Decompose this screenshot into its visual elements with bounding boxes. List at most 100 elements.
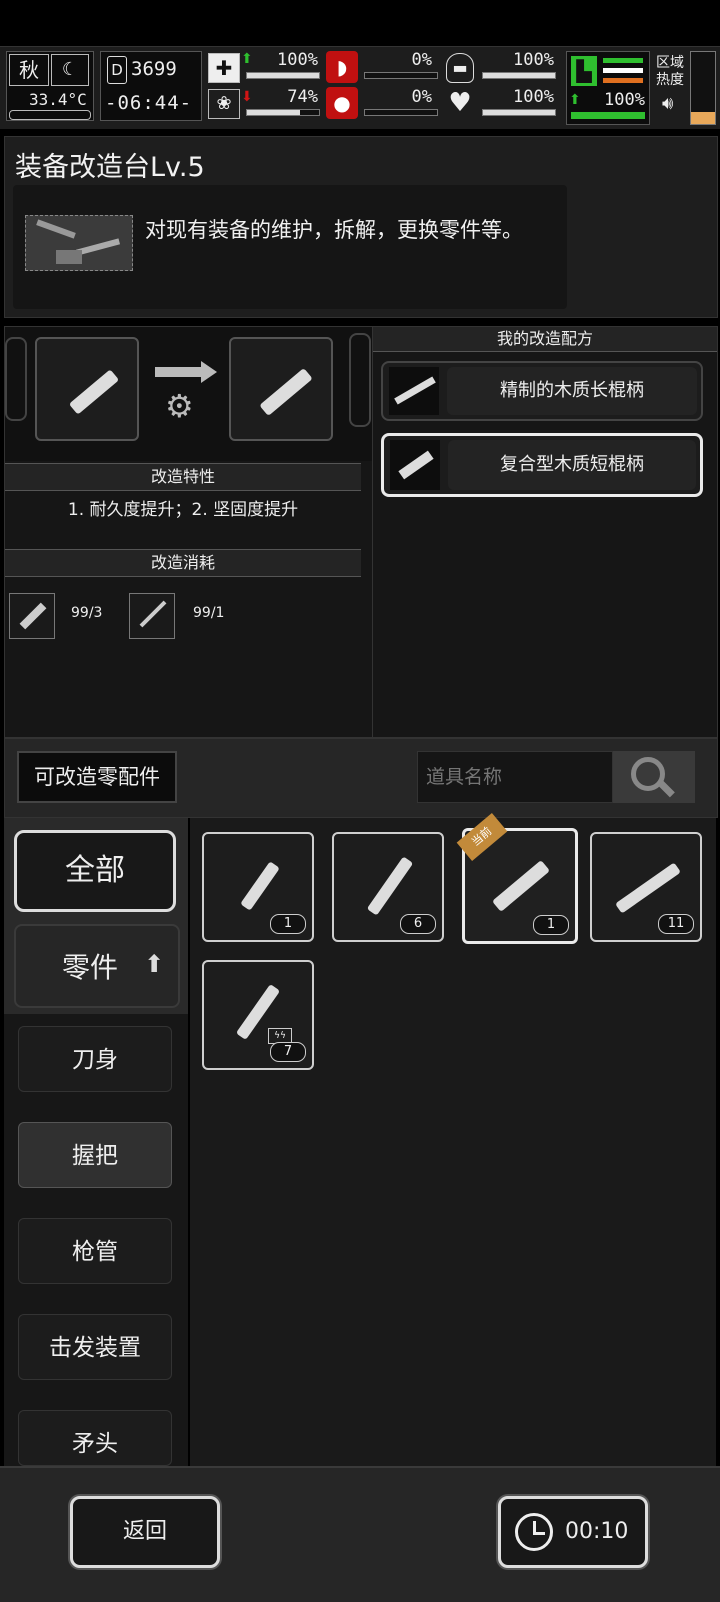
result-item-slot[interactable]	[229, 337, 333, 441]
workbench-tools-icon	[25, 215, 133, 271]
stomach-bar	[364, 72, 438, 79]
short-wood-handle-icon	[259, 367, 313, 417]
cost-item-slot	[9, 593, 55, 639]
timer-label: 00:10	[565, 1519, 629, 1544]
category-parts[interactable]: 零件 ⬆	[14, 924, 180, 1008]
wood-planks-icon	[19, 602, 47, 630]
timer-button[interactable]: 00:10	[498, 1496, 648, 1568]
season-label: 秋	[9, 54, 49, 86]
part-item[interactable]: 6	[332, 832, 444, 942]
day-count: 3699	[131, 58, 177, 80]
heart-pct: 100%	[513, 87, 554, 107]
heart-icon: ♥	[448, 88, 472, 118]
health-pct: 100%	[277, 50, 318, 70]
item-count: 11	[658, 914, 694, 934]
bound-handle-icon	[615, 862, 681, 914]
traits-header: 改造特性	[5, 463, 361, 491]
calendar-icon: D	[107, 56, 127, 84]
source-item-slot[interactable]	[35, 337, 139, 441]
blood-pct: 0%	[411, 87, 432, 107]
recipe-label: 复合型木质短棍柄	[448, 440, 696, 490]
part-item[interactable]: 1	[202, 832, 314, 942]
mood-bar	[246, 109, 320, 116]
gears-icon: ⚙	[165, 387, 194, 425]
part-item[interactable]: ϟϟ 7	[202, 960, 314, 1070]
heat-label: 热度	[656, 72, 684, 88]
stomach-pct: 0%	[411, 50, 432, 70]
stamina-bar	[571, 112, 645, 119]
day-time-panel: D 3699 -06:44-	[100, 51, 202, 121]
recipes-header: 我的改造配方	[373, 327, 717, 352]
item-count: 7	[270, 1042, 306, 1062]
footer: 返回 00:10	[0, 1466, 720, 1602]
station-description-box: 对现有装备的维护，拆解，更换零件等。	[13, 185, 567, 309]
armor-pct: 100%	[513, 50, 554, 70]
zone-heat-meter	[690, 51, 716, 125]
search-button[interactable]	[613, 751, 695, 803]
long-wood-handle-icon	[389, 367, 439, 415]
page-title: 装备改造台Lv.5	[15, 152, 205, 183]
modify-preview-area: ⚙	[5, 327, 373, 461]
cost-item-slot	[129, 593, 175, 639]
stamina-panel: ▙ ⬆ 100%	[566, 51, 650, 125]
short-wood-handle-icon	[390, 440, 440, 490]
clock-time: -06:44-	[105, 92, 193, 114]
clock-icon	[515, 1513, 553, 1551]
item-count: 1	[270, 914, 306, 934]
category-blade[interactable]: 刀身	[18, 1026, 172, 1092]
category-sidebar: 全部 零件 ⬆ 刀身 握把 枪管 击发装置 矛头	[4, 818, 188, 1466]
cost-header: 改造消耗	[5, 549, 361, 577]
recipes-panel: 我的改造配方 精制的木质长棍柄 复合型木质短棍柄	[372, 326, 718, 738]
tab-modifiable-parts[interactable]: 可改造零配件	[17, 751, 177, 803]
category-spearhead[interactable]: 矛头	[18, 1410, 172, 1466]
zone-heat-label: 区域 热度	[656, 55, 684, 89]
category-grip[interactable]: 握把	[18, 1122, 172, 1188]
status-hud: 秋 ☾ 33.4°C D 3699 -06:44- ✚ ⬆ 100% ❀ ⬇ 7…	[0, 46, 720, 129]
first-aid-icon: ✚	[208, 53, 240, 83]
item-count: 6	[400, 914, 436, 934]
recipe-item-selected[interactable]: 复合型木质短棍柄	[381, 433, 703, 497]
blood-bar	[364, 109, 438, 116]
collapse-arrow-icon: ⬆	[144, 950, 165, 978]
current-badge: 当前	[456, 813, 508, 861]
heart-bar	[482, 109, 556, 116]
category-barrel[interactable]: 枪管	[18, 1218, 172, 1284]
down-arrow-icon: ⬇	[241, 89, 253, 105]
wood-handle-icon	[240, 861, 280, 911]
blood-drop-icon: ●	[326, 87, 358, 119]
cost-amount: 99/3	[71, 605, 103, 621]
wrapped-handle-icon	[366, 856, 414, 916]
traits-text: 1. 耐久度提升；2. 坚固度提升	[67, 500, 299, 520]
back-button[interactable]: 返回	[70, 1496, 220, 1568]
arrow-right-icon	[155, 367, 205, 377]
part-item[interactable]: 11	[590, 832, 702, 942]
category-label: 零件	[62, 951, 119, 984]
moon-icon: ☾	[51, 54, 89, 86]
carved-handle-icon	[68, 369, 120, 415]
up-arrow-icon: ⬆	[569, 92, 581, 108]
cost-amount: 99/1	[193, 605, 225, 621]
station-header: 装备改造台Lv.5 对现有装备的维护，拆解，更换零件等。	[4, 136, 718, 318]
category-firing-mechanism[interactable]: 击发装置	[18, 1314, 172, 1380]
parts-grid: 1 6 当前 1 11 ϟϟ 7	[190, 813, 716, 1466]
weather-panel: 秋 ☾ 33.4°C	[6, 51, 94, 121]
health-bar	[246, 72, 320, 79]
station-description: 对现有装备的维护，拆解，更换零件等。	[145, 218, 523, 242]
mood-pct: 74%	[287, 87, 318, 107]
parts-toolbar: 可改造零配件	[4, 738, 718, 818]
stamina-pct: 100%	[604, 90, 645, 110]
up-arrow-icon: ⬆	[241, 51, 253, 67]
recipe-label: 精制的木质长棍柄	[447, 367, 697, 415]
part-item-current[interactable]: 当前 1	[456, 813, 578, 944]
recipe-item[interactable]: 精制的木质长棍柄	[381, 361, 703, 421]
speaker-icon[interactable]: 🔊︎	[662, 93, 673, 114]
glue-tool-icon	[139, 600, 167, 628]
modify-panel: ⚙ 改造特性 1. 耐久度提升；2. 坚固度提升 改造消耗 99/3 99/1	[4, 326, 374, 738]
boot-icon: ▙	[571, 56, 597, 86]
stomach-icon: ◗	[326, 51, 358, 83]
carved-handle-icon	[491, 860, 551, 912]
armor-icon: ▬	[446, 53, 474, 83]
search-input[interactable]	[417, 751, 613, 803]
category-all[interactable]: 全部	[14, 830, 176, 912]
temperature-value: 33.4°C	[29, 90, 87, 109]
